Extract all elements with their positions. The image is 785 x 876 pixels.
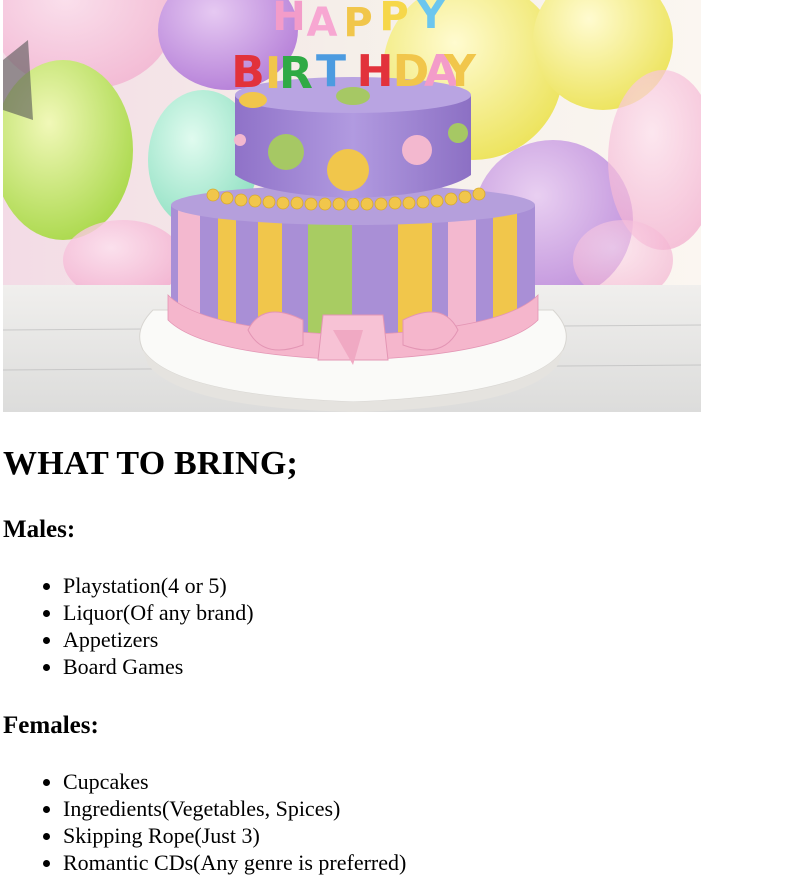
svg-text:R: R xyxy=(279,48,313,99)
list-item: Board Games xyxy=(63,653,254,680)
list-item: Ingredients(Vegetables, Spices) xyxy=(63,795,406,822)
males-section: Males: Playstation(4 or 5) Liquor(Of any… xyxy=(3,515,254,680)
list-item: Romantic CDs(Any genre is preferred) xyxy=(63,849,406,876)
males-heading: Males: xyxy=(3,516,76,543)
svg-text:A: A xyxy=(307,0,338,46)
list-item: Playstation(4 or 5) xyxy=(63,572,254,599)
list-item: Skipping Rope(Just 3) xyxy=(63,822,406,849)
svg-text:P: P xyxy=(343,0,372,46)
females-heading: Females: xyxy=(3,712,99,739)
svg-text:Y: Y xyxy=(443,46,477,97)
svg-text:P: P xyxy=(379,0,408,40)
list-item: Cupcakes xyxy=(63,768,406,795)
females-section: Females: Cupcakes Ingredients(Vegetables… xyxy=(3,711,406,876)
svg-text:H: H xyxy=(272,0,305,40)
list-item: Appetizers xyxy=(63,626,254,653)
females-list: Cupcakes Ingredients(Vegetables, Spices)… xyxy=(3,768,406,876)
birthday-cake-image: H A P P Y B I R T H D A Y xyxy=(3,0,701,412)
svg-text:B: B xyxy=(231,47,265,98)
males-list: Playstation(4 or 5) Liquor(Of any brand)… xyxy=(3,572,254,680)
list-item: Liquor(Of any brand) xyxy=(63,599,254,626)
svg-text:T: T xyxy=(316,46,346,97)
page-title: WHAT TO BRING; xyxy=(3,445,299,482)
svg-text:H: H xyxy=(357,46,394,97)
svg-text:Y: Y xyxy=(416,0,447,38)
